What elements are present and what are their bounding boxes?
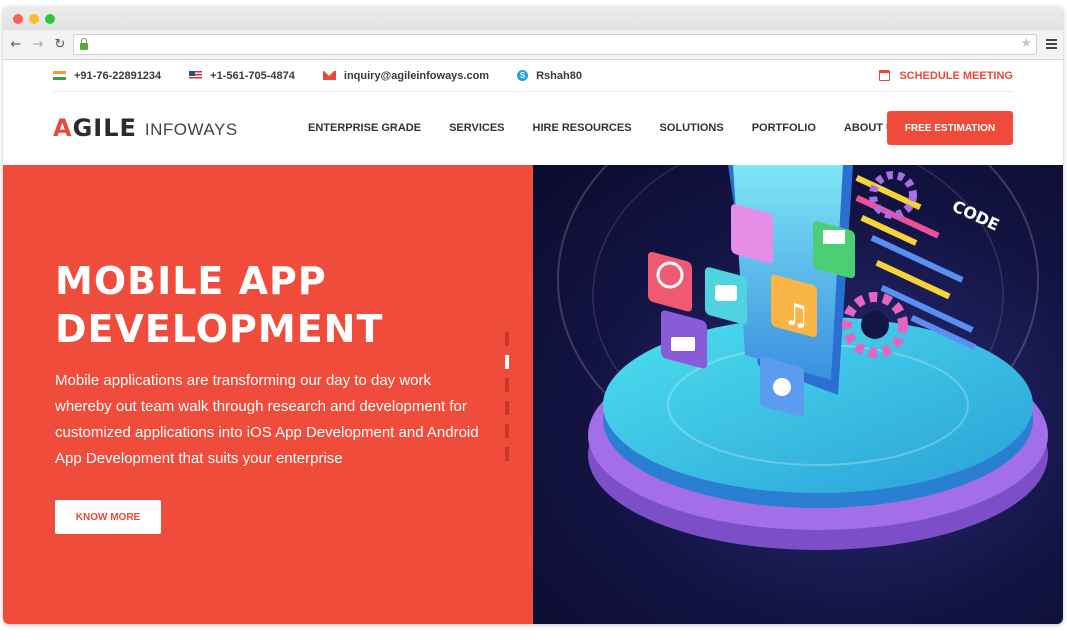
calendar-icon [879,70,891,81]
nav-item-hire-resources[interactable]: HIRE RESOURCES [533,122,632,134]
hero-title-line2: DEVELOPMENT [55,307,384,351]
star-icon[interactable]: ★ [1020,36,1032,51]
phone-us-text: +1-561-705-4874 [210,69,295,82]
nav-item-solutions[interactable]: SOLUTIONS [660,122,724,134]
contact-phone-india[interactable]: +91-76-22891234 [53,70,161,82]
skype-text: Rshah80 [536,69,582,82]
email-text: inquiry@agileinfoways.com [343,69,490,82]
know-more-button[interactable]: KNOW MORE [55,500,161,534]
india-flag-icon [53,71,66,80]
hero-text-panel: MOBILE APP DEVELOPMENT Mobile applicatio… [3,165,533,624]
hero-illustration: CODE ♫ [533,165,1063,624]
hero-description: Mobile applications are transforming our… [55,372,479,467]
slide-indicator-active[interactable] [505,355,509,369]
address-bar[interactable]: ★ [73,34,1037,55]
contact-bar: +91-76-22891234 +1-561-705-4874 inquiry@… [53,60,1013,92]
phone-india-text: +91-76-22891234 [74,69,162,82]
music-note-glyph: ♫ [783,298,810,333]
schedule-text: SCHEDULE MEETING [899,69,1013,82]
free-estimation-button[interactable]: FREE ESTIMATION [887,111,1013,145]
slide-indicator[interactable] [505,424,509,438]
site-header: AGILE INFOWAYS ENTERPRISE GRADE SERVICES… [53,92,1013,164]
slider-indicators [505,332,509,470]
close-window-button[interactable] [13,14,23,24]
lock-icon [80,37,88,50]
menu-icon[interactable] [1046,39,1057,49]
hero-title-line1: MOBILE APP [55,259,327,303]
reload-icon[interactable]: ↻ [51,36,69,54]
main-nav: ENTERPRISE GRADE SERVICES HIRE RESOURCES… [308,122,901,134]
nav-item-services[interactable]: SERVICES [449,122,504,134]
mobile-app-illustration: CODE ♫ [557,165,1048,550]
browser-window: ← → ↻ ★ +91-76-22891234 +1-561-705-4874 … [3,6,1063,624]
basketball-app-icon [648,251,692,312]
hero-title: MOBILE APP DEVELOPMENT [55,257,383,353]
logo-mark: AGILE [53,114,137,142]
slide-indicator[interactable] [505,378,509,392]
maximize-window-button[interactable] [45,14,55,24]
logo-subtitle: INFOWAYS [144,120,238,139]
hero-section: MOBILE APP DEVELOPMENT Mobile applicatio… [3,165,1063,624]
mail-icon [322,71,336,80]
slide-indicator[interactable] [505,401,509,415]
logo-mark-text: GILE [72,114,137,142]
title-bar [3,6,1063,30]
logo[interactable]: AGILE INFOWAYS [53,114,308,142]
us-flag-icon [189,71,203,80]
contact-phone-us[interactable]: +1-561-705-4874 [189,70,295,82]
slide-indicator[interactable] [505,447,509,461]
skype-icon: S [517,70,529,81]
logo-a-glyph: A [53,114,73,142]
contact-email[interactable]: inquiry@agileinfoways.com [322,69,490,82]
minimize-window-button[interactable] [29,14,39,24]
contact-skype[interactable]: S Rshah80 [517,70,582,82]
nav-item-enterprise-grade[interactable]: ENTERPRISE GRADE [308,122,421,134]
schedule-meeting-link[interactable]: SCHEDULE MEETING [879,70,1013,82]
browser-toolbar: ← → ↻ ★ [3,30,1063,60]
back-icon[interactable]: ← [7,36,25,54]
slide-indicator[interactable] [505,332,509,346]
forward-icon[interactable]: → [29,36,47,54]
code-label: CODE [949,196,1002,234]
nav-item-portfolio[interactable]: PORTFOLIO [752,122,816,134]
